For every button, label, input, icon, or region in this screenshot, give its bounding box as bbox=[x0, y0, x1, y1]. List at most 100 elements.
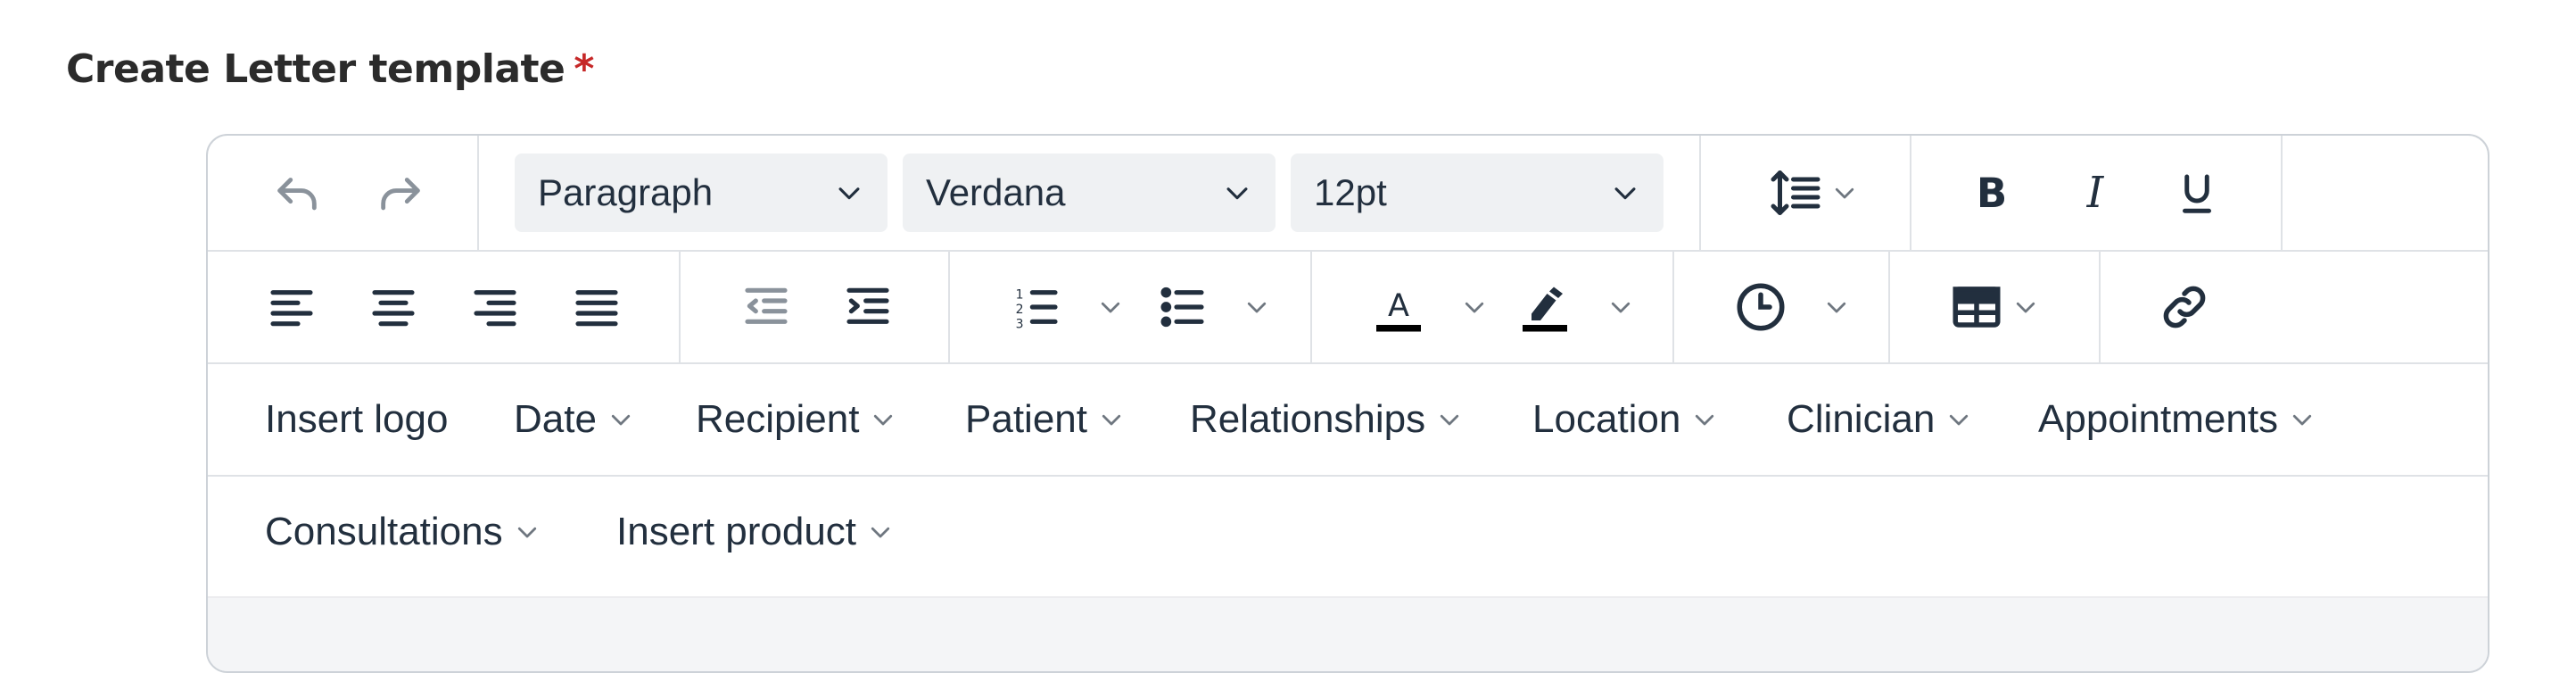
clinician-menu-label: Clinician bbox=[1787, 397, 1936, 441]
underline-icon bbox=[2183, 174, 2211, 213]
chevron-down-icon bbox=[1614, 187, 1636, 200]
toolbar-row-1: Paragraph Verdana 12pt B I bbox=[208, 136, 2488, 252]
chevron-down-icon bbox=[1102, 414, 1121, 426]
chevron-down-icon bbox=[1101, 302, 1120, 313]
separator bbox=[1699, 136, 1701, 250]
chevron-down-icon bbox=[871, 527, 890, 538]
align-left-button[interactable] bbox=[256, 271, 327, 343]
chevron-down-icon bbox=[2016, 302, 2035, 313]
consultations-menu[interactable]: Consultations bbox=[265, 477, 541, 587]
svg-text:2: 2 bbox=[1016, 303, 1024, 317]
recipient-menu-label: Recipient bbox=[696, 397, 860, 441]
chevron-down-icon bbox=[1827, 302, 1846, 313]
merge-field-menu-row-1: Insert logo Date Recipient Patient Relat… bbox=[208, 364, 2488, 477]
align-justify-button[interactable] bbox=[561, 271, 632, 343]
align-left-icon bbox=[270, 290, 313, 327]
chevron-down-icon bbox=[1441, 414, 1459, 426]
date-menu[interactable]: Date bbox=[514, 364, 634, 475]
table-icon bbox=[1953, 287, 2001, 328]
insert-logo-button[interactable]: Insert logo bbox=[265, 364, 448, 475]
insert-table-button[interactable] bbox=[1936, 271, 2052, 343]
undo-button[interactable] bbox=[261, 157, 333, 228]
align-right-button[interactable] bbox=[459, 271, 531, 343]
patient-menu-label: Patient bbox=[965, 397, 1087, 441]
form-label: Create Letter template * bbox=[66, 46, 594, 92]
chevron-down-icon bbox=[838, 187, 860, 200]
required-marker: * bbox=[574, 46, 594, 92]
highlight-color-icon bbox=[1523, 287, 1567, 332]
date-menu-label: Date bbox=[514, 397, 597, 441]
svg-text:I: I bbox=[2086, 169, 2105, 218]
separator bbox=[1910, 136, 1911, 250]
svg-text:3: 3 bbox=[1016, 317, 1024, 331]
insert-link-button[interactable] bbox=[2149, 271, 2220, 343]
chevron-down-icon bbox=[1465, 302, 1484, 313]
font-size-select[interactable]: 12pt bbox=[1291, 154, 1664, 232]
svg-text:1: 1 bbox=[1016, 288, 1024, 303]
font-family-select[interactable]: Verdana bbox=[903, 154, 1276, 232]
underline-button[interactable] bbox=[2161, 157, 2233, 228]
link-icon bbox=[2163, 286, 2206, 328]
outdent-icon bbox=[745, 287, 788, 324]
recipient-menu[interactable]: Recipient bbox=[696, 364, 896, 475]
redo-button[interactable] bbox=[365, 157, 436, 228]
merge-field-menu-row-2: Consultations Insert product bbox=[208, 477, 2488, 587]
relationships-menu-label: Relationships bbox=[1190, 397, 1426, 441]
text-color-button[interactable]: A bbox=[1358, 271, 1501, 343]
block-format-select[interactable]: Paragraph bbox=[515, 154, 888, 232]
chevron-down-icon bbox=[1226, 187, 1248, 200]
svg-text:B: B bbox=[1977, 170, 2007, 217]
bold-icon: B bbox=[1977, 170, 2007, 217]
relationships-menu[interactable]: Relationships bbox=[1190, 364, 1463, 475]
font-family-value: Verdana bbox=[926, 171, 1066, 213]
chevron-down-icon bbox=[874, 414, 893, 426]
form-label-text: Create Letter template bbox=[66, 46, 566, 92]
insert-product-menu-label: Insert product bbox=[616, 510, 857, 553]
separator bbox=[1310, 252, 1312, 362]
line-height-button[interactable] bbox=[1751, 157, 1876, 228]
italic-button[interactable]: I bbox=[2060, 157, 2131, 228]
appointments-menu[interactable]: Appointments bbox=[2038, 364, 2316, 475]
separator bbox=[477, 136, 479, 250]
separator bbox=[2281, 136, 2283, 250]
location-menu[interactable]: Location bbox=[1532, 364, 1718, 475]
outdent-button[interactable] bbox=[731, 271, 802, 343]
bullet-list-icon bbox=[1160, 287, 1204, 328]
chevron-down-icon bbox=[517, 527, 536, 538]
highlight-color-button[interactable] bbox=[1505, 271, 1647, 343]
chevron-down-icon bbox=[1696, 414, 1714, 426]
clinician-menu[interactable]: Clinician bbox=[1787, 364, 1972, 475]
location-menu-label: Location bbox=[1532, 397, 1681, 441]
indent-button[interactable] bbox=[832, 271, 904, 343]
separator bbox=[679, 252, 681, 362]
chevron-down-icon bbox=[2292, 414, 2312, 426]
align-right-icon bbox=[474, 290, 516, 327]
font-size-value: 12pt bbox=[1314, 171, 1387, 213]
toolbar-row-2: 123 A bbox=[208, 252, 2488, 364]
text-color-icon: A bbox=[1376, 288, 1421, 332]
indent-icon bbox=[846, 287, 889, 324]
bullet-list-button[interactable] bbox=[1143, 271, 1285, 343]
insert-product-menu[interactable]: Insert product bbox=[616, 477, 894, 587]
undo-icon bbox=[277, 178, 317, 211]
separator bbox=[2099, 252, 2101, 362]
align-center-button[interactable] bbox=[358, 271, 429, 343]
align-center-icon bbox=[372, 290, 415, 327]
chevron-down-icon bbox=[611, 414, 631, 426]
rich-text-editor[interactable]: Paragraph Verdana 12pt B I 1 2 3 A Inser… bbox=[206, 134, 2489, 673]
chevron-down-icon bbox=[1247, 302, 1267, 313]
bold-button[interactable]: B bbox=[1956, 157, 2027, 228]
editor-content-area[interactable] bbox=[208, 596, 2488, 671]
insert-datetime-button[interactable] bbox=[1721, 271, 1863, 343]
align-justify-icon bbox=[575, 290, 618, 327]
chevron-down-icon bbox=[1835, 187, 1854, 199]
numbered-list-button[interactable]: 123 bbox=[996, 271, 1139, 343]
block-format-value: Paragraph bbox=[538, 171, 714, 213]
chevron-down-icon bbox=[1611, 302, 1631, 313]
chevron-down-icon bbox=[1950, 414, 1969, 426]
patient-menu[interactable]: Patient bbox=[965, 364, 1125, 475]
insert-logo-label: Insert logo bbox=[265, 397, 449, 441]
appointments-menu-label: Appointments bbox=[2038, 397, 2279, 441]
separator bbox=[1888, 252, 1890, 362]
numbered-list-icon: 123 bbox=[1016, 288, 1058, 331]
